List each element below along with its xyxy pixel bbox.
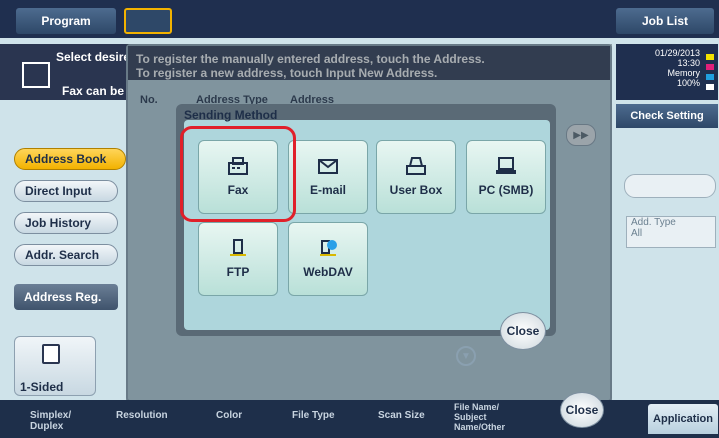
job-history-button[interactable]: Job History: [14, 212, 118, 234]
duplex-icon: [42, 344, 60, 364]
tab-file-type[interactable]: File Type: [292, 410, 335, 421]
tab-simplex-duplex-label: Simplex/ Duplex: [30, 410, 72, 432]
pc-icon: [496, 157, 516, 174]
address-reg-button[interactable]: Address Reg.: [14, 284, 118, 310]
tab-file-type-label: File Type: [292, 410, 335, 421]
tab-resolution-label: Resolution: [116, 410, 168, 421]
bottom-bar: [0, 400, 719, 438]
tab-resolution[interactable]: Resolution: [116, 410, 168, 421]
tab-color-label: Color: [216, 410, 243, 421]
date-text: 01/29/2013: [654, 48, 700, 58]
add-type-value: All: [631, 228, 643, 239]
tab-simplex-duplex[interactable]: Simplex/ Duplex: [30, 410, 71, 432]
application-button[interactable]: Application: [648, 404, 718, 434]
dialog-close-button[interactable]: Close: [560, 392, 604, 428]
time-text: 13:30: [677, 58, 700, 68]
left-message-line1: Select desire: [56, 50, 131, 64]
addr-search-button[interactable]: Addr. Search: [14, 244, 118, 266]
add-type-select[interactable]: Add. Type All: [626, 216, 716, 248]
method-user-box-button[interactable]: User Box: [376, 140, 456, 214]
program-tab[interactable]: Program: [16, 8, 116, 34]
simplex-value: 1-Sided: [20, 380, 64, 394]
status-panel: 01/29/2013 13:30 Memory 100%: [616, 44, 718, 100]
method-webdav-button[interactable]: WebDAV: [288, 222, 368, 296]
webdav-icon: [320, 240, 337, 256]
email-icon: [318, 159, 338, 174]
address-book-button[interactable]: Address Book: [14, 148, 126, 170]
user-box-icon: [406, 157, 426, 175]
left-message-line2: Fax can be s: [62, 84, 135, 98]
check-setting-button[interactable]: Check Setting: [616, 104, 718, 128]
add-type-label: Add. Type: [631, 217, 676, 228]
scroll-down-icon[interactable]: ▼: [456, 346, 476, 366]
popup-close-button[interactable]: Close: [500, 312, 546, 350]
tab-file-name[interactable]: File Name/ Subject Name/Other: [454, 402, 505, 432]
method-user-box-label: User Box: [389, 183, 443, 197]
method-email-button[interactable]: E-mail: [288, 140, 368, 214]
tab-file-name-label: File Name/ Subject Name/Other: [454, 402, 506, 432]
method-email-label: E-mail: [309, 183, 346, 197]
toner-y-icon: [706, 54, 714, 60]
tab-scan-size-label: Scan Size: [378, 410, 425, 421]
fax-highlight: [180, 126, 296, 222]
ftp-icon: [230, 239, 246, 256]
view-toggle[interactable]: [624, 174, 716, 198]
toner-k-icon: [706, 84, 714, 90]
method-pc-smb-label: PC (SMB): [478, 183, 534, 197]
tab-icon[interactable]: [124, 8, 172, 34]
tab-color[interactable]: Color: [216, 410, 242, 421]
popup-title: Sending Method: [184, 108, 278, 122]
method-webdav-label: WebDAV: [303, 265, 353, 279]
job-list-button[interactable]: Job List: [616, 8, 714, 34]
tab-scan-size[interactable]: Scan Size: [378, 410, 425, 421]
direct-input-button[interactable]: Direct Input: [14, 180, 118, 202]
toner-m-icon: [706, 64, 714, 70]
method-ftp-button[interactable]: FTP: [198, 222, 278, 296]
fax-icon: [22, 62, 50, 88]
memory-value: 100%: [676, 78, 700, 88]
method-pc-smb-button[interactable]: PC (SMB): [466, 140, 546, 214]
toner-c-icon: [706, 74, 714, 80]
method-ftp-label: FTP: [226, 265, 250, 279]
memory-label: Memory: [667, 68, 700, 78]
